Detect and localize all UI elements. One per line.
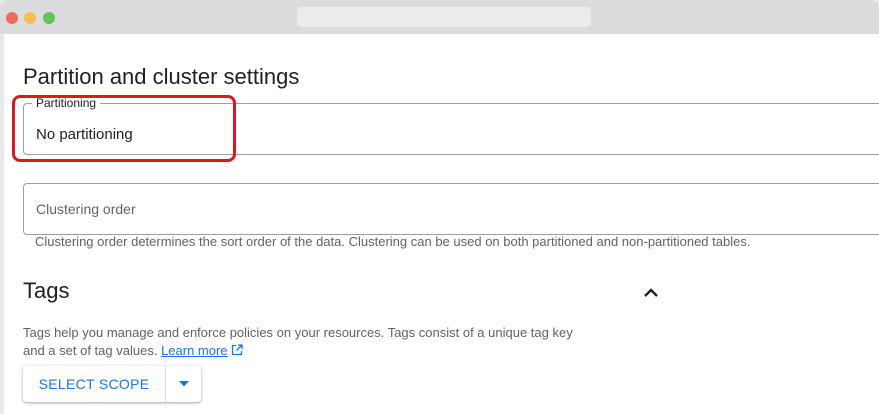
tags-description-line1: Tags help you manage and enforce policie… — [23, 325, 573, 340]
section-title-partition: Partition and cluster settings — [23, 64, 300, 89]
clustering-order-input[interactable]: Clustering order — [23, 183, 879, 235]
chevron-up-icon[interactable] — [640, 282, 662, 304]
learn-more-link[interactable]: Learn more — [161, 343, 227, 358]
clustering-hint: Clustering order determines the sort ord… — [35, 234, 751, 249]
select-scope-button[interactable]: SELECT SCOPE — [23, 366, 165, 402]
external-link-icon — [231, 343, 243, 361]
highlight-box — [12, 95, 236, 162]
page-content: Partition and cluster settings Partition… — [4, 34, 879, 414]
learn-more-label: Learn more — [161, 343, 228, 358]
caret-down-icon[interactable] — [166, 366, 201, 402]
select-scope-split-button: SELECT SCOPE — [23, 366, 201, 402]
clustering-order-placeholder: Clustering order — [36, 201, 136, 217]
minimize-window-button[interactable] — [24, 12, 36, 24]
browser-titlebar — [0, 0, 879, 34]
close-window-button[interactable] — [6, 12, 18, 24]
tags-description: Tags help you manage and enforce policie… — [23, 324, 683, 361]
maximize-window-button[interactable] — [43, 12, 55, 24]
tags-title: Tags — [23, 278, 70, 303]
tags-description-line2: and a set of tag values. — [23, 343, 158, 358]
address-bar[interactable] — [297, 7, 591, 27]
